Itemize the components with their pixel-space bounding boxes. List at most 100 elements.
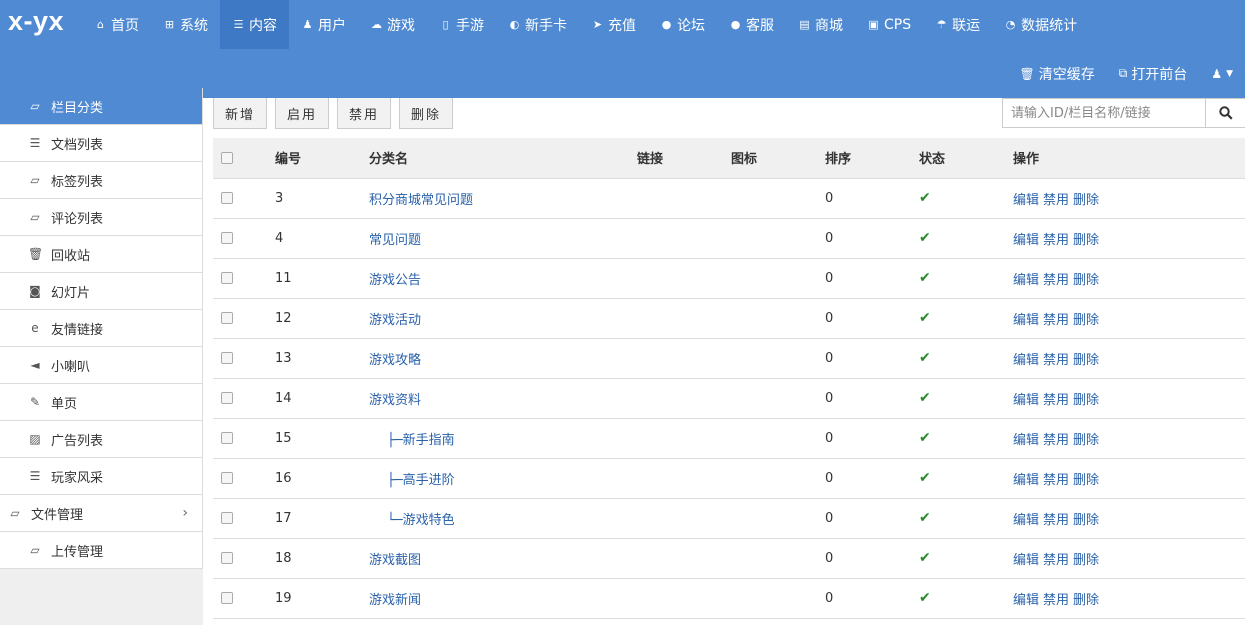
clear-cache-button[interactable]: 🗑 清空缓存: [1008, 64, 1107, 84]
delete-button[interactable]: 删除: [399, 98, 454, 129]
sidebar-item-4[interactable]: 🗑 回收站: [0, 236, 203, 273]
edit-link[interactable]: 编辑: [1013, 273, 1039, 288]
sidebar-item-2[interactable]: ▱ 标签列表: [0, 162, 203, 199]
open-front-button[interactable]: ⧉ 打开前台: [1107, 64, 1200, 84]
edit-link[interactable]: 编辑: [1013, 233, 1039, 248]
delete-link[interactable]: 删除: [1073, 273, 1099, 288]
delete-link[interactable]: 删除: [1073, 553, 1099, 568]
category-name-link[interactable]: 游戏截图: [369, 553, 421, 568]
top-actions: 🗑 清空缓存 ⧉ 打开前台 ♟ ▼: [1008, 49, 1245, 98]
edit-link[interactable]: 编辑: [1013, 313, 1039, 328]
sort-cell: 0: [825, 218, 919, 259]
disable-link[interactable]: 禁用: [1043, 193, 1069, 208]
category-name-link[interactable]: 新手指南: [403, 433, 455, 448]
nav-item-13[interactable]: ◔ 数据统计: [992, 0, 1089, 49]
edit-link[interactable]: 编辑: [1013, 193, 1039, 208]
category-name-link[interactable]: 常见问题: [369, 233, 421, 248]
icon-cell: [731, 298, 825, 339]
nav-item-9[interactable]: ● 客服: [717, 0, 786, 49]
row-checkbox[interactable]: [221, 392, 233, 404]
nav-item-label: 联运: [952, 17, 981, 34]
row-checkbox[interactable]: [221, 312, 233, 324]
disable-link[interactable]: 禁用: [1043, 393, 1069, 408]
edit-link[interactable]: 编辑: [1013, 393, 1039, 408]
disable-link[interactable]: 禁用: [1043, 513, 1069, 528]
disable-link[interactable]: 禁用: [1043, 233, 1069, 248]
sidebar-item-0[interactable]: ▱ 栏目分类: [0, 88, 203, 125]
delete-link[interactable]: 删除: [1073, 353, 1099, 368]
disable-button[interactable]: 禁用: [337, 98, 392, 129]
sort-cell: 0: [825, 178, 919, 219]
sidebar-item-3[interactable]: ▱ 评论列表: [0, 199, 203, 236]
nav-item-12[interactable]: ☂ 联运: [923, 0, 992, 49]
edit-link[interactable]: 编辑: [1013, 353, 1039, 368]
disable-link[interactable]: 禁用: [1043, 313, 1069, 328]
nav-item-5[interactable]: ▯ 手游: [427, 0, 496, 49]
category-name-link[interactable]: 游戏特色: [403, 513, 455, 528]
select-all-checkbox[interactable]: [221, 151, 233, 164]
ops-cell: 编辑 禁用 删除: [1013, 418, 1245, 459]
edit-link[interactable]: 编辑: [1013, 433, 1039, 448]
search-button[interactable]: [1206, 98, 1245, 128]
disable-link[interactable]: 禁用: [1043, 593, 1069, 608]
row-checkbox[interactable]: [221, 552, 233, 564]
delete-link[interactable]: 删除: [1073, 393, 1099, 408]
sidebar-item-1[interactable]: ☰ 文档列表: [0, 125, 203, 162]
disable-link[interactable]: 禁用: [1043, 553, 1069, 568]
nav-item-10[interactable]: ▤ 商城: [786, 0, 855, 49]
category-name-link[interactable]: 游戏公告: [369, 273, 421, 288]
row-checkbox[interactable]: [221, 432, 233, 444]
delete-link[interactable]: 删除: [1073, 313, 1099, 328]
disable-link[interactable]: 禁用: [1043, 433, 1069, 448]
category-name-link[interactable]: 游戏新闻: [369, 593, 421, 608]
delete-link[interactable]: 删除: [1073, 433, 1099, 448]
sidebar-item-7[interactable]: ◄ 小喇叭: [0, 347, 203, 384]
sidebar-item-6[interactable]: e 友情链接: [0, 310, 203, 347]
nav-item-7[interactable]: ➤ 充值: [579, 0, 648, 49]
category-name-link[interactable]: 游戏活动: [369, 313, 421, 328]
edit-link[interactable]: 编辑: [1013, 513, 1039, 528]
disable-link[interactable]: 禁用: [1043, 353, 1069, 368]
nav-item-11[interactable]: ▣ CPS: [855, 0, 923, 49]
nav-item-8[interactable]: ● 论坛: [648, 0, 717, 49]
add-button[interactable]: 新增: [213, 98, 268, 129]
sidebar-item-8[interactable]: ✎ 单页: [0, 384, 203, 421]
edit-link[interactable]: 编辑: [1013, 473, 1039, 488]
delete-link[interactable]: 删除: [1073, 593, 1099, 608]
search-input[interactable]: [1002, 98, 1206, 128]
row-checkbox[interactable]: [221, 192, 233, 204]
logo[interactable]: x-yx: [8, 6, 64, 37]
sidebar-item-9[interactable]: ▨ 广告列表: [0, 421, 203, 458]
sidebar-item-10[interactable]: ☰ 玩家风采: [0, 458, 203, 495]
delete-link[interactable]: 删除: [1073, 473, 1099, 488]
row-checkbox[interactable]: [221, 352, 233, 364]
row-checkbox[interactable]: [221, 232, 233, 244]
disable-link[interactable]: 禁用: [1043, 473, 1069, 488]
delete-link[interactable]: 删除: [1073, 513, 1099, 528]
row-checkbox[interactable]: [221, 512, 233, 524]
nav-item-2[interactable]: ☰ 内容: [220, 0, 289, 49]
nav-item-6[interactable]: ◐ 新手卡: [496, 0, 579, 49]
category-name-link[interactable]: 积分商城常见问题: [369, 193, 473, 208]
row-checkbox[interactable]: [221, 472, 233, 484]
row-checkbox[interactable]: [221, 592, 233, 604]
enable-button[interactable]: 启用: [275, 98, 330, 129]
category-name-link[interactable]: 高手进阶: [403, 473, 455, 488]
sidebar-item-12[interactable]: ▱ 上传管理: [0, 532, 203, 569]
category-name-link[interactable]: 游戏资料: [369, 393, 421, 408]
row-checkbox[interactable]: [221, 272, 233, 284]
nav-item-3[interactable]: ♟ 用户: [289, 0, 358, 49]
nav-item-0[interactable]: ⌂ 首页: [82, 0, 151, 49]
edit-link[interactable]: 编辑: [1013, 553, 1039, 568]
delete-link[interactable]: 删除: [1073, 193, 1099, 208]
disable-link[interactable]: 禁用: [1043, 273, 1069, 288]
nav-item-4[interactable]: ☁ 游戏: [358, 0, 427, 49]
sidebar-item-5[interactable]: ◙ 幻灯片: [0, 273, 203, 310]
category-name-link[interactable]: 游戏攻略: [369, 353, 421, 368]
nav-item-1[interactable]: ⊞ 系统: [151, 0, 220, 49]
picture-icon: ▨: [29, 432, 41, 446]
edit-link[interactable]: 编辑: [1013, 593, 1039, 608]
sidebar-item-11[interactable]: ▱ 文件管理 ›: [0, 495, 203, 532]
delete-link[interactable]: 删除: [1073, 233, 1099, 248]
user-menu[interactable]: ♟ ▼: [1199, 67, 1245, 81]
